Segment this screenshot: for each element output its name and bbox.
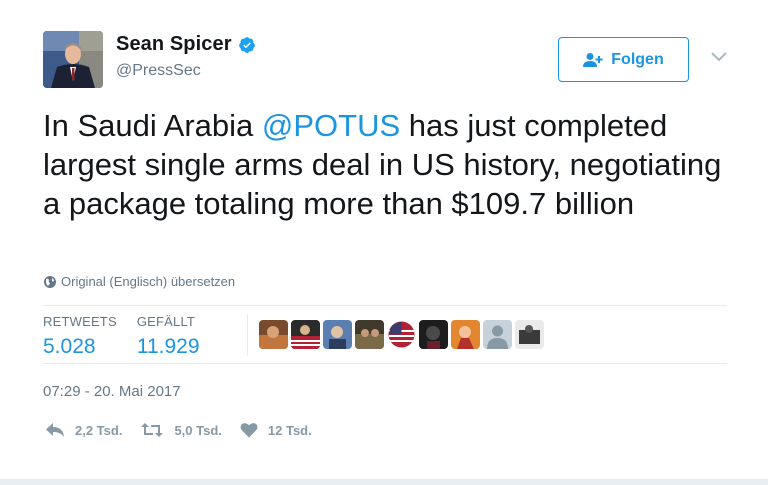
avatar[interactable] <box>43 31 103 88</box>
tweet-card: Sean Spicer @PressSec Folgen In Saudi Ar… <box>0 0 768 485</box>
reply-icon <box>46 423 64 437</box>
follow-button[interactable]: Folgen <box>558 37 689 82</box>
retweets-label: RETWEETS <box>43 314 117 329</box>
liker-avatar[interactable] <box>323 320 352 349</box>
divider <box>43 305 727 306</box>
like-count: 12 Tsd. <box>267 422 312 438</box>
tweet-text-before: In Saudi Arabia <box>43 108 262 143</box>
liker-avatar[interactable] <box>387 320 416 349</box>
liker-avatar[interactable] <box>419 320 448 349</box>
mention-link[interactable]: @POTUS <box>262 108 400 143</box>
retweet-count: 5,0 Tsd. <box>174 422 222 438</box>
globe-icon <box>43 275 57 289</box>
liker-avatar[interactable] <box>259 320 288 349</box>
like-button[interactable]: 12 Tsd. <box>240 422 312 438</box>
stats-separator <box>247 314 248 356</box>
tweet-stats: RETWEETS 5.028 GEFÄLLT 11.929 <box>43 314 220 359</box>
bottom-border <box>0 479 768 485</box>
reply-count: 2,2 Tsd. <box>75 422 123 438</box>
liker-avatar[interactable] <box>451 320 480 349</box>
retweet-icon <box>141 423 164 437</box>
retweets-stat[interactable]: RETWEETS 5.028 <box>43 314 117 359</box>
translate-label: Original (Englisch) übersetzen <box>61 274 236 289</box>
display-name[interactable]: Sean Spicer <box>116 33 232 56</box>
liker-avatar[interactable] <box>355 320 384 349</box>
chevron-down-icon[interactable] <box>710 50 728 62</box>
retweet-button[interactable]: 5,0 Tsd. <box>140 422 222 438</box>
liker-avatar[interactable] <box>483 320 512 349</box>
divider <box>43 363 727 364</box>
tweet-actions: 2,2 Tsd. 5,0 Tsd. 12 Tsd. <box>45 422 330 438</box>
user-name-row[interactable]: Sean Spicer <box>116 33 256 56</box>
tweet-text: In Saudi Arabia @POTUS has just complete… <box>43 106 743 223</box>
likes-label: GEFÄLLT <box>136 314 196 329</box>
likes-stat[interactable]: GEFÄLLT 11.929 <box>137 314 200 359</box>
follow-button-label: Folgen <box>611 50 664 68</box>
tweet-timestamp[interactable]: 07:29 - 20. Mai 2017 <box>43 383 181 400</box>
reply-button[interactable]: 2,2 Tsd. <box>45 422 122 438</box>
liker-avatars <box>259 320 544 349</box>
translate-link[interactable]: Original (Englisch) übersetzen <box>43 274 235 289</box>
verified-badge-icon <box>238 36 256 54</box>
add-user-icon <box>583 52 603 68</box>
liker-avatar[interactable] <box>291 320 320 349</box>
liker-avatar[interactable] <box>515 320 544 349</box>
heart-icon <box>240 423 258 438</box>
likes-value: 11.929 <box>136 335 200 358</box>
retweets-value: 5.028 <box>43 335 96 358</box>
user-handle[interactable]: @PressSec <box>116 62 201 80</box>
